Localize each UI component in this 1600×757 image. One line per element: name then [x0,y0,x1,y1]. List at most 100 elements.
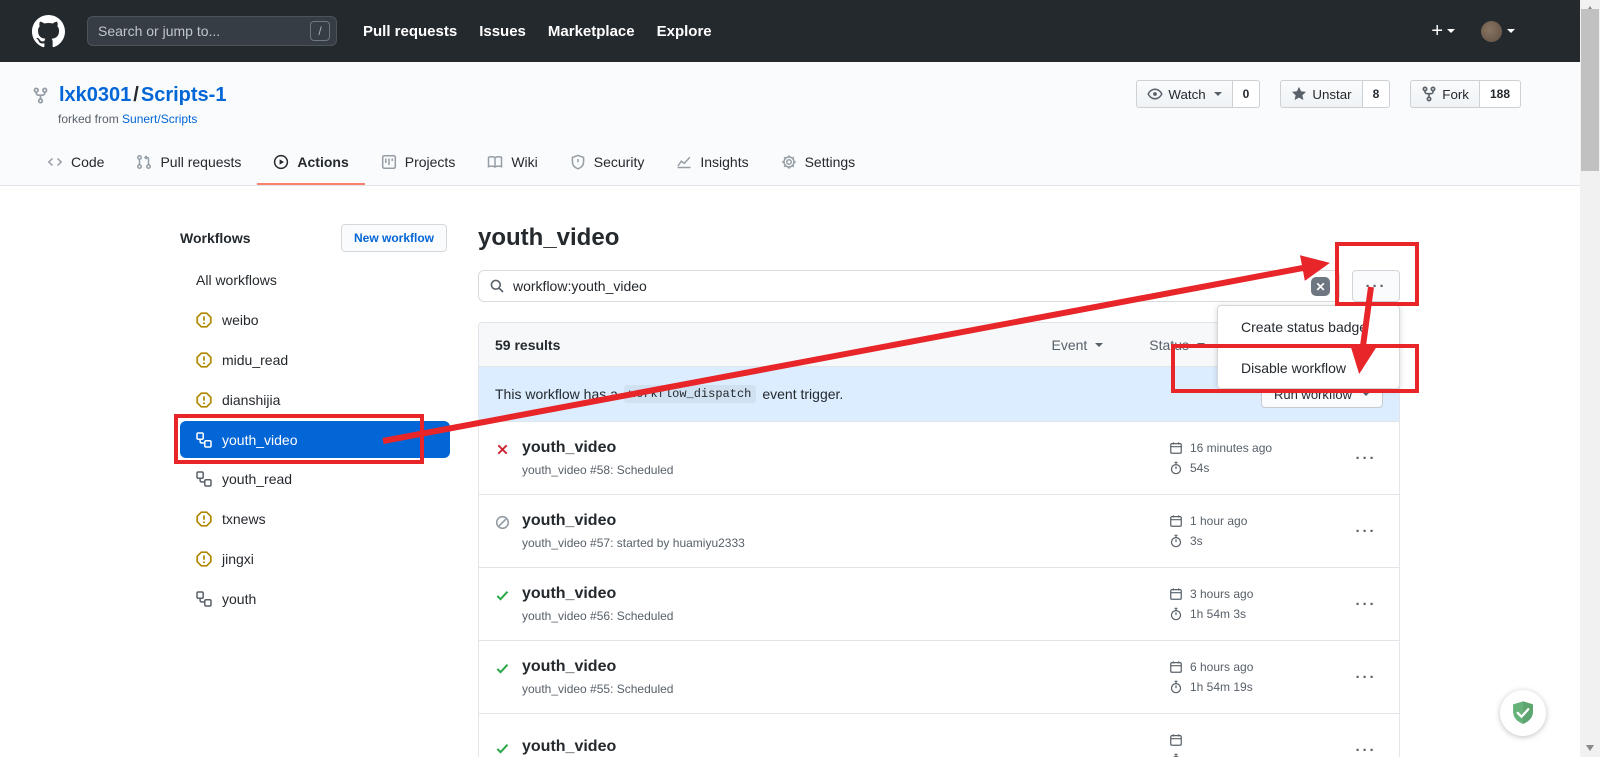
workflow-icon [196,471,212,487]
run-title-link[interactable]: youth_video [522,439,673,457]
nav-link-explore[interactable]: Explore [657,23,712,40]
success-check-icon [495,741,510,756]
repo-name-link[interactable]: Scripts-1 [141,84,227,106]
fork-count[interactable]: 188 [1480,80,1521,108]
user-menu[interactable] [1481,21,1515,42]
fork-button[interactable]: Fork [1410,80,1480,108]
tab-wiki[interactable]: Wiki [471,142,553,185]
sidebar-item-weibo[interactable]: weibo [180,300,450,340]
code-chip: workflow_dispatch [624,385,756,403]
forked-from-link[interactable]: Sunert/Scripts [122,112,197,126]
run-options-kebab-button[interactable]: ··· [1349,596,1383,613]
repo-separator: / [131,84,141,106]
run-title-link[interactable]: youth_video [522,512,745,530]
slash-key-hint: / [310,21,330,41]
stopwatch-icon [1169,534,1183,548]
run-options-kebab-button[interactable]: ··· [1349,742,1383,757]
status-filter-dropdown[interactable]: Status [1149,337,1205,353]
tab-code[interactable]: Code [31,142,120,185]
sidebar-item-jingxi[interactable]: jingxi [180,539,450,579]
unstar-button[interactable]: Unstar [1280,80,1362,108]
star-icon [1291,86,1307,102]
eye-icon [1147,86,1163,102]
new-workflow-button[interactable]: New workflow [341,224,447,252]
global-search-box[interactable]: / [87,16,337,46]
sidebar-item-all-workflows[interactable]: All workflows [180,260,450,300]
results-count: 59 results [495,337,560,353]
adguard-extension-badge[interactable] [1500,690,1546,736]
scroll-down-arrow-icon[interactable] [1586,745,1594,751]
gear-icon [781,154,797,170]
tab-insights[interactable]: Insights [660,142,764,185]
watch-button[interactable]: Watch [1136,80,1232,108]
page-scrollbar[interactable] [1580,0,1600,757]
tab-settings[interactable]: Settings [765,142,872,185]
tab-pull-requests[interactable]: Pull requests [120,142,257,185]
sidebar-item-dianshijia[interactable]: dianshijia [180,380,450,420]
stopwatch-icon [1169,753,1183,757]
create-new-menu[interactable]: + [1431,21,1455,41]
run-options-kebab-button[interactable]: ··· [1349,669,1383,686]
shield-icon [570,154,586,170]
project-icon [381,154,397,170]
workflows-sidebar: Workflows New workflow All workflows wei… [180,224,478,757]
workflow-options-kebab-button[interactable]: ··· [1352,270,1400,302]
search-icon [489,278,505,294]
nav-link-issues[interactable]: Issues [479,23,526,40]
tab-actions[interactable]: Actions [257,142,364,185]
watch-count[interactable]: 0 [1233,80,1261,108]
warning-octagon-icon [196,511,212,527]
calendar-icon [1169,587,1183,601]
global-search-input[interactable] [98,23,310,39]
sidebar-item-midu_read[interactable]: midu_read [180,340,450,380]
graph-icon [676,154,692,170]
run-title-link[interactable]: youth_video [522,738,616,756]
run-title-link[interactable]: youth_video [522,658,673,676]
navbar-links: Pull requests Issues Marketplace Explore [363,23,712,40]
workflow-icon [196,591,212,607]
nav-link-pull-requests[interactable]: Pull requests [363,23,457,40]
fork-group: Fork 188 [1410,80,1521,108]
event-filter-dropdown[interactable]: Event [1051,337,1103,353]
stopwatch-icon [1169,461,1183,475]
repo-owner-link[interactable]: lxk0301 [59,84,131,106]
workflows-heading: Workflows [180,230,251,246]
github-logo-icon[interactable] [32,15,65,48]
nav-link-marketplace[interactable]: Marketplace [548,23,635,40]
watch-group: Watch 0 [1136,80,1260,108]
code-icon [47,154,63,170]
run-options-kebab-button[interactable]: ··· [1349,450,1383,467]
menu-item-disable-workflow[interactable]: Disable workflow [1218,347,1399,388]
tab-security[interactable]: Security [554,142,661,185]
run-subtitle: youth_video #58: Scheduled [522,463,673,477]
scrollbar-thumb[interactable] [1581,9,1599,171]
run-row: youth_video ··· [479,713,1399,757]
star-group: Unstar 8 [1280,80,1390,108]
run-row: youth_video youth_video #57: started by … [479,494,1399,567]
runs-search-box[interactable]: ✕ [478,270,1340,302]
run-title-link[interactable]: youth_video [522,585,673,603]
stopwatch-icon [1169,680,1183,694]
run-row: youth_video youth_video #55: Scheduled 6… [479,640,1399,713]
repo-header: lxk0301/Scripts-1 forked from Sunert/Scr… [0,62,1600,186]
repo-forked-icon [32,87,49,104]
sidebar-item-youth_read[interactable]: youth_read [180,459,450,499]
tab-projects[interactable]: Projects [365,142,472,185]
runs-search-input[interactable] [513,278,1305,294]
stopwatch-icon [1169,607,1183,621]
sidebar-item-youth_video[interactable]: youth_video [180,421,450,458]
failure-x-icon [495,442,510,457]
warning-octagon-icon [196,392,212,408]
run-options-kebab-button[interactable]: ··· [1349,523,1383,540]
calendar-icon [1169,660,1183,674]
warning-octagon-icon [196,551,212,567]
sidebar-item-youth[interactable]: youth [180,579,450,619]
plus-icon: + [1431,21,1443,41]
calendar-icon [1169,441,1183,455]
menu-item-create-status-badge[interactable]: Create status badge [1218,306,1399,347]
success-check-icon [495,661,510,676]
clear-search-button[interactable]: ✕ [1311,277,1330,296]
star-count[interactable]: 8 [1363,80,1391,108]
workflow-icon [196,432,212,448]
sidebar-item-txnews[interactable]: txnews [180,499,450,539]
